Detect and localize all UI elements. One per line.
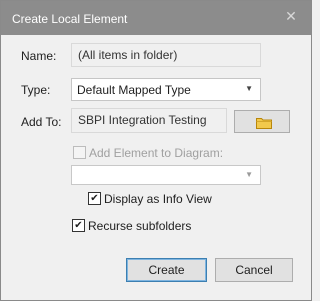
name-value: (All items in folder): [78, 48, 178, 62]
name-field: (All items in folder): [71, 43, 261, 67]
add-to-label: Add To:: [21, 115, 62, 129]
create-local-element-dialog: Create Local Element ✕ Name: (All items …: [0, 0, 312, 301]
folder-icon: [256, 118, 272, 129]
create-button[interactable]: Create: [126, 258, 207, 282]
diagram-select[interactable]: ▼: [71, 165, 261, 185]
cancel-button[interactable]: Cancel: [215, 258, 293, 282]
title-bar: Create Local Element ✕: [1, 1, 311, 35]
chevron-down-icon: ▼: [245, 170, 253, 179]
add-to-field: SBPI Integration Testing: [71, 108, 227, 133]
add-element-to-diagram-label: Add Element to Diagram:: [89, 146, 224, 160]
display-as-info-view-label: Display as Info View: [104, 192, 212, 206]
create-button-label: Create: [148, 263, 185, 277]
name-label: Name:: [21, 49, 57, 63]
type-select[interactable]: Default Mapped Type ▼: [71, 78, 261, 101]
close-icon[interactable]: ✕: [281, 6, 301, 26]
cancel-button-label: Cancel: [235, 263, 273, 277]
recurse-subfolders-label: Recurse subfolders: [88, 219, 192, 233]
add-to-value: SBPI Integration Testing: [78, 113, 207, 127]
chevron-down-icon: ▼: [245, 84, 253, 93]
display-as-info-view-checkbox[interactable]: ✔: [88, 192, 101, 205]
dialog-title: Create Local Element: [12, 12, 128, 26]
recurse-subfolders-checkbox[interactable]: ✔: [72, 219, 85, 232]
browse-folder-button[interactable]: [234, 110, 290, 133]
type-value: Default Mapped Type: [77, 83, 191, 97]
add-element-to-diagram-checkbox[interactable]: [73, 146, 86, 159]
type-label: Type:: [21, 83, 51, 97]
